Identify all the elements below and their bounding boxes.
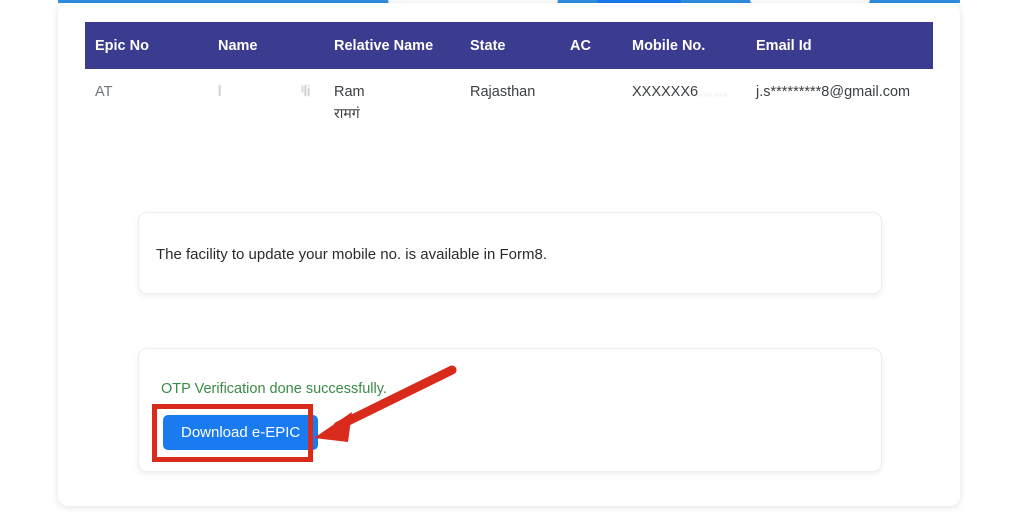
cell-mobile-no: XXXXXX6…… bbox=[632, 82, 729, 103]
download-e-epic-button[interactable]: Download e-EPIC bbox=[163, 415, 319, 450]
table-header-row: Epic No Name Relative Name State AC Mobi… bbox=[85, 22, 933, 69]
column-header-email-id: Email Id bbox=[756, 37, 812, 54]
relative-name-hindi: रामगं bbox=[334, 105, 360, 122]
column-header-relative-name: Relative Name bbox=[334, 37, 434, 54]
column-header-epic-no: Epic No bbox=[95, 37, 149, 54]
mobile-no-faded-tail: …… bbox=[698, 84, 730, 100]
form8-notice-card: The facility to update your mobile no. i… bbox=[138, 212, 882, 294]
column-header-state: State bbox=[470, 37, 506, 54]
elector-results-table: Epic No Name Relative Name State AC Mobi… bbox=[85, 22, 933, 133]
form8-notice-text: The facility to update your mobile no. i… bbox=[156, 246, 548, 263]
cell-name: l ᴵli bbox=[218, 82, 328, 103]
name-fragment-right: ᴵli bbox=[301, 84, 311, 100]
cell-relative-name: Ram रामगं bbox=[334, 82, 365, 123]
column-header-ac: AC bbox=[570, 37, 591, 54]
cell-epic-no: AT bbox=[95, 84, 113, 100]
mobile-no-masked: XXXXXX6 bbox=[632, 84, 699, 100]
table-row: AT l ᴵli Ram रामगं Rajasthan XXXXXX6…… j… bbox=[85, 69, 933, 133]
cell-state: Rajasthan bbox=[470, 84, 536, 100]
otp-download-card: OTP Verification done successfully. Down… bbox=[138, 348, 882, 472]
cell-email-id: j.s*********8@gmail.com bbox=[756, 84, 911, 100]
otp-success-message: OTP Verification done successfully. bbox=[161, 381, 387, 397]
column-header-name: Name bbox=[218, 37, 258, 54]
page-container: Epic No Name Relative Name State AC Mobi… bbox=[58, 3, 960, 506]
column-header-mobile-no: Mobile No. bbox=[632, 37, 706, 54]
name-fragment-left: l bbox=[218, 84, 222, 100]
relative-name-english: Ram bbox=[334, 84, 365, 100]
